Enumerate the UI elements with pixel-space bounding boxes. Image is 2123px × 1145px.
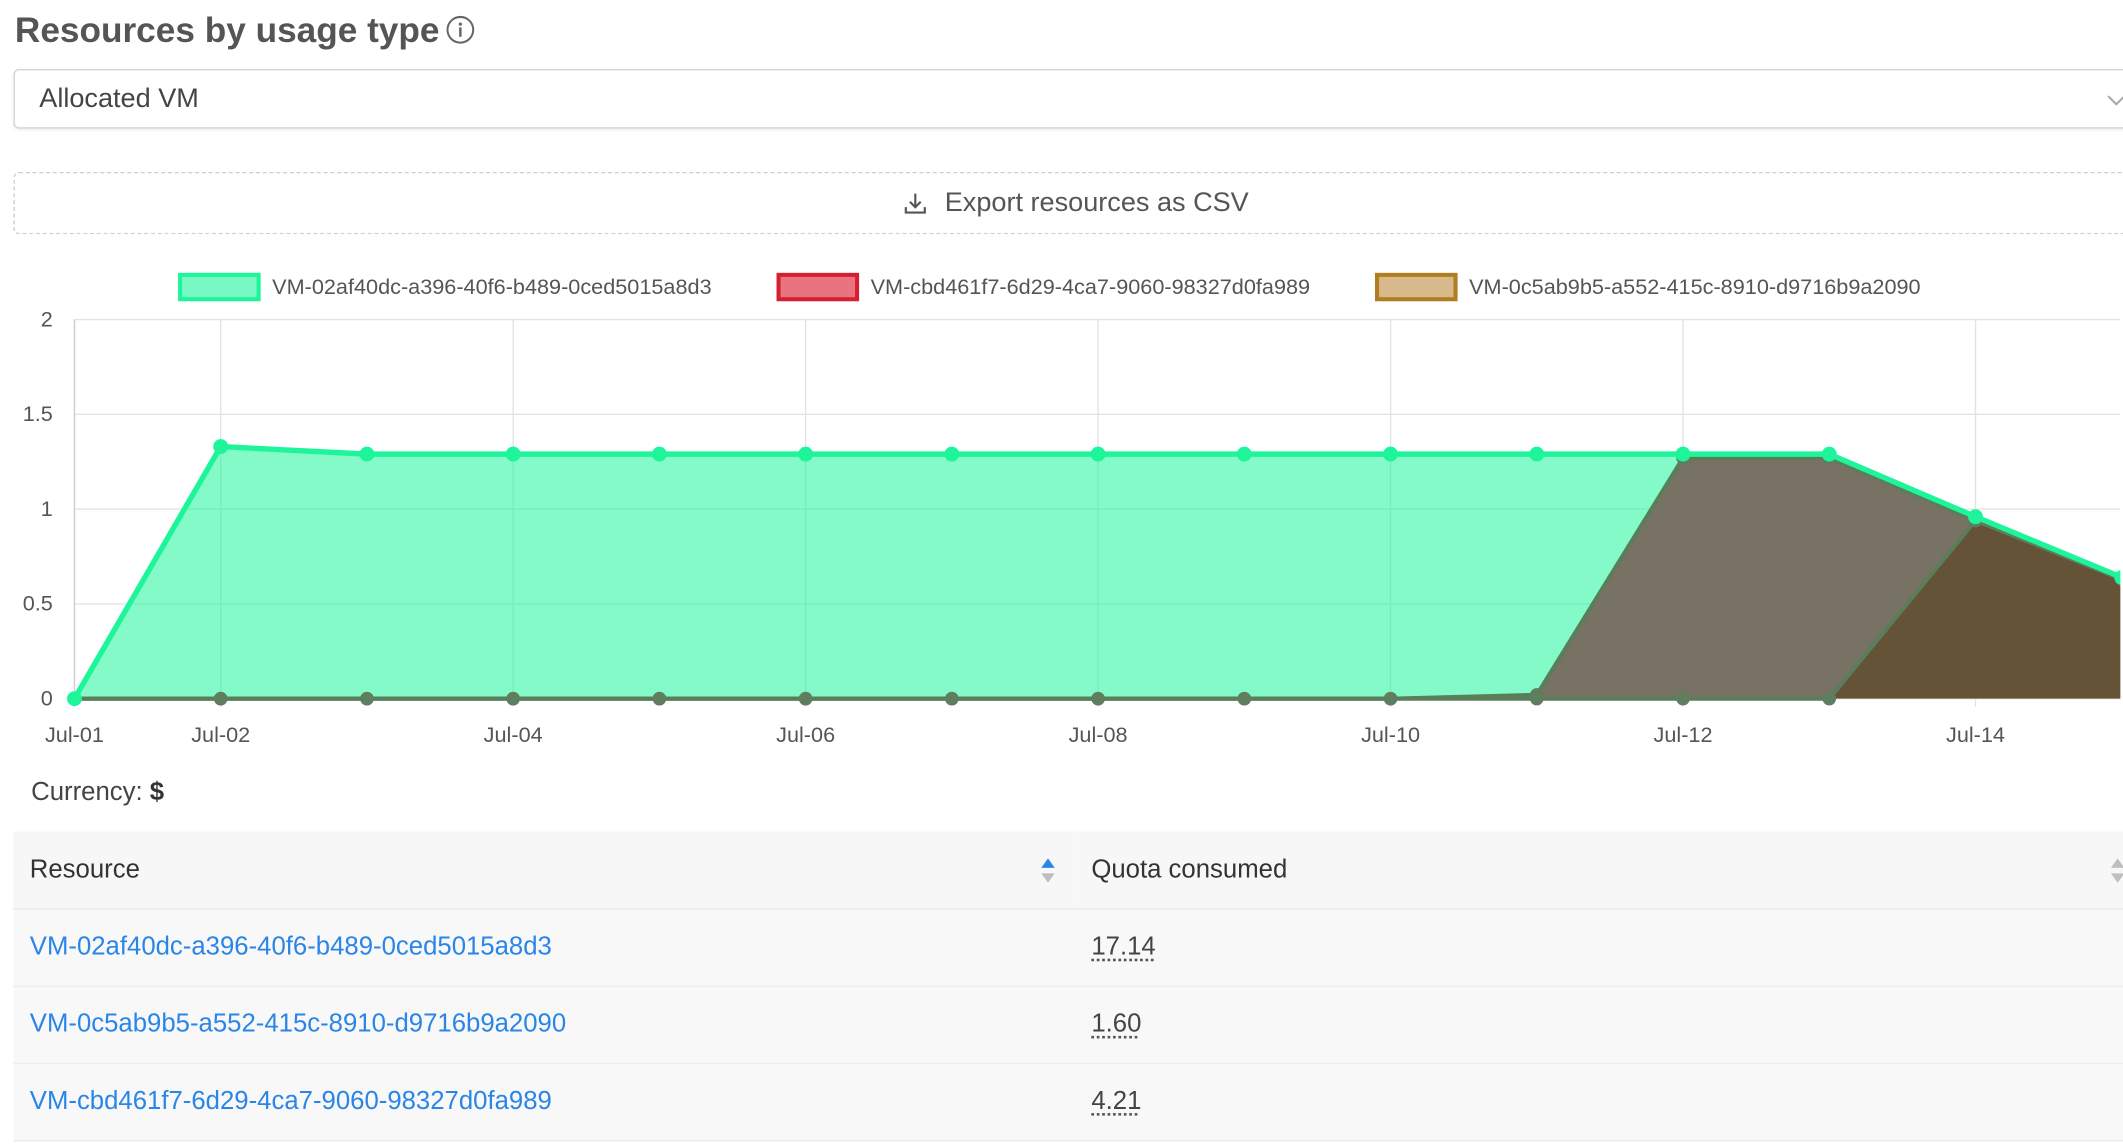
legend-swatch xyxy=(779,275,858,299)
plot-area xyxy=(67,439,2123,706)
y-tick-label: 1.5 xyxy=(23,401,53,426)
x-tick-label: Jul-04 xyxy=(484,722,543,747)
usage-type-select-value: Allocated VM xyxy=(39,83,199,114)
info-icon[interactable] xyxy=(445,15,475,45)
series-point-0 xyxy=(652,447,667,462)
series-point-2 xyxy=(214,692,228,706)
legend-label: VM-0c5ab9b5-a552-415c-8910-d9716b9a2090 xyxy=(1469,274,1921,299)
resource-link[interactable]: VM-cbd461f7-6d29-4ca7-9060-98327d0fa989 xyxy=(30,1087,552,1115)
currency-label: Currency: xyxy=(31,779,143,807)
legend-swatch xyxy=(180,275,259,299)
series-point-2 xyxy=(653,692,667,706)
section-header: Resources by usage type xyxy=(15,5,475,54)
series-point-0 xyxy=(1091,447,1106,462)
y-tick-label: 2 xyxy=(41,306,53,331)
quota-value: 17.14 xyxy=(1091,933,1155,961)
resource-link[interactable]: VM-02af40dc-a396-40f6-b489-0ced5015a8d3 xyxy=(30,933,552,961)
legend-swatch xyxy=(1377,275,1456,299)
series-point-2 xyxy=(1822,692,1836,706)
export-csv-label: Export resources as CSV xyxy=(945,188,1249,219)
series-point-0 xyxy=(506,447,521,462)
sort-ascending-icon[interactable] xyxy=(1040,856,1056,886)
quota-value: 4.21 xyxy=(1091,1087,1141,1115)
series-point-2 xyxy=(945,692,959,706)
quota-cell: 17.14 xyxy=(1075,909,2123,986)
download-icon xyxy=(901,190,928,217)
series-point-0 xyxy=(1237,447,1252,462)
usage-area-chart: 0 0.5 1 1.5 2 Jul-01 Jul-02 Jul-04 Jul-06 Jul-08 J… xyxy=(0,257,2123,758)
series-point-0 xyxy=(1822,447,1837,462)
series-point-0 xyxy=(944,447,959,462)
resources-table: Resource Quota consumed VM-02af40dc-a396… xyxy=(14,831,2123,1141)
resource-cell: VM-0c5ab9b5-a552-415c-8910-d9716b9a2090 xyxy=(14,986,1076,1063)
series-point-0 xyxy=(1676,447,1691,462)
y-tick-label: 1 xyxy=(41,496,53,521)
export-csv-button[interactable]: Export resources as CSV xyxy=(14,172,2123,234)
series-point-2 xyxy=(360,692,374,706)
series-point-0 xyxy=(1529,447,1544,462)
column-header-resource-label: Resource xyxy=(30,855,140,883)
x-tick-label: Jul-08 xyxy=(1069,722,1128,747)
series-point-2 xyxy=(1091,692,1105,706)
legend-label: VM-02af40dc-a396-40f6-b489-0ced5015a8d3 xyxy=(272,274,711,299)
x-tick-label: Jul-01 xyxy=(45,722,104,747)
quota-cell: 1.60 xyxy=(1075,986,2123,1063)
chevron-down-icon xyxy=(2105,89,2123,111)
series-point-2 xyxy=(1384,692,1398,706)
series-point-2 xyxy=(1676,692,1690,706)
x-tick-label: Jul-14 xyxy=(1946,722,2005,747)
series-point-2 xyxy=(506,692,520,706)
column-header-resource[interactable]: Resource xyxy=(14,831,1076,909)
series-point-2 xyxy=(799,692,813,706)
series-point-0 xyxy=(798,447,813,462)
series-point-0 xyxy=(67,691,82,706)
series-point-0 xyxy=(1383,447,1398,462)
sort-icon[interactable] xyxy=(2110,856,2123,886)
x-tick-label: Jul-02 xyxy=(191,722,250,747)
y-tick-label: 0.5 xyxy=(23,591,53,616)
table-header-row: Resource Quota consumed xyxy=(14,831,2123,909)
table-row: VM-cbd461f7-6d29-4ca7-9060-98327d0fa989 … xyxy=(14,1064,2123,1141)
resource-link[interactable]: VM-0c5ab9b5-a552-415c-8910-d9716b9a2090 xyxy=(30,1010,566,1038)
column-header-quota-label: Quota consumed xyxy=(1091,855,1287,883)
resource-cell: VM-cbd461f7-6d29-4ca7-9060-98327d0fa989 xyxy=(14,1064,1076,1141)
table-row: VM-0c5ab9b5-a552-415c-8910-d9716b9a2090 … xyxy=(14,986,2123,1063)
x-tick-label: Jul-10 xyxy=(1361,722,1420,747)
table-row: VM-02af40dc-a396-40f6-b489-0ced5015a8d3 … xyxy=(14,909,2123,986)
series-point-2 xyxy=(1238,692,1252,706)
usage-type-select[interactable]: Allocated VM xyxy=(14,69,2123,129)
resource-cell: VM-02af40dc-a396-40f6-b489-0ced5015a8d3 xyxy=(14,909,1076,986)
currency-info: Currency: $ xyxy=(31,779,164,809)
currency-symbol: $ xyxy=(150,779,164,807)
series-point-2 xyxy=(1530,692,1544,706)
series-point-0 xyxy=(1968,509,1983,524)
x-tick-label: Jul-06 xyxy=(776,722,835,747)
y-tick-label: 0 xyxy=(41,685,53,710)
series-point-0 xyxy=(359,447,374,462)
x-tick-label: Jul-12 xyxy=(1654,722,1713,747)
quota-cell: 4.21 xyxy=(1075,1064,2123,1141)
series-point-0 xyxy=(213,439,228,454)
column-header-quota[interactable]: Quota consumed xyxy=(1075,831,2123,909)
legend-label: VM-cbd461f7-6d29-4ca7-9060-98327d0fa989 xyxy=(871,274,1310,299)
quota-value: 1.60 xyxy=(1091,1010,1141,1038)
page-title: Resources by usage type xyxy=(15,9,440,51)
